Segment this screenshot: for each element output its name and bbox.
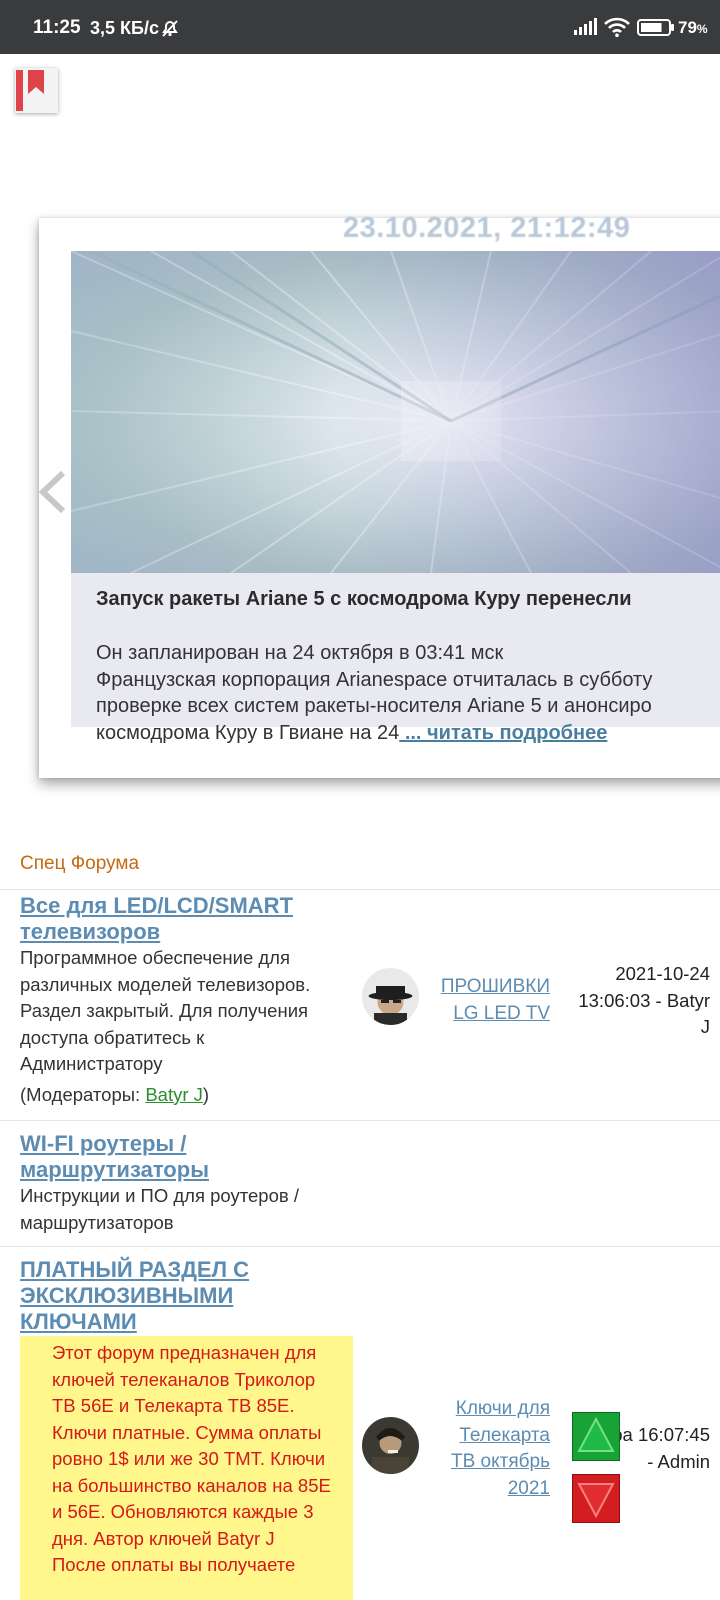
forum-description: Инструкции и ПО для роутеров / маршрутиз… (20, 1185, 299, 1233)
forum-row-led: Все для LED/LCD/SMART телевизоров Програ… (20, 893, 350, 1106)
slide-text-line: Он запланирован на 24 октября в 03:41 мс… (96, 642, 504, 664)
status-time: 11:25 (33, 17, 81, 38)
status-bar: 11:25 3,5 КБ/с 79% (0, 0, 720, 54)
divider (0, 1120, 720, 1121)
wifi-icon (604, 17, 630, 42)
arrow-up-icon (573, 1413, 619, 1465)
last-post-date: 2021-10-24 13:06:03 - Batyr J (578, 963, 710, 1037)
section-title: Спец Форума (20, 853, 140, 874)
last-topic-link[interactable]: ПРОШИВКИ LG LED TV (420, 974, 550, 1027)
avatar[interactable] (362, 968, 419, 1025)
vote-down-button[interactable] (572, 1474, 620, 1523)
divider (0, 889, 720, 890)
forum-description: Программное обеспечение для различных мо… (20, 947, 311, 1074)
slide-title: Запуск ракеты Ariane 5 с космодрома Куру… (96, 588, 632, 610)
slide-text-line: космодрома Куру в Гвиане на 24 (96, 721, 400, 744)
forum-row-paid: ПЛАТНЫЙ РАЗДЕЛ С ЭКСКЛЮЗИВНЫМИ КЛЮЧАМИ (20, 1257, 350, 1335)
read-more-link[interactable]: ... читать подробнее (399, 722, 608, 744)
moderators: (Модераторы: Batyr J) (20, 1083, 210, 1105)
slide-text: Он запланирован на 24 октября в 03:41 мс… (96, 640, 720, 746)
signal-icon (574, 18, 598, 40)
battery-percent: 79% (678, 18, 708, 37)
slide-text-line: проверке всех систем ракеты-носителя Ari… (96, 695, 652, 717)
forum-title-paid[interactable]: ПЛАТНЫЙ РАЗДЕЛ С ЭКСКЛЮЗИВНЫМИ КЛЮЧАМИ (20, 1257, 350, 1335)
silent-bell-icon (160, 18, 180, 43)
slider-prev-button[interactable] (37, 470, 67, 519)
forum-notice: Этот форум предназначен для ключей телек… (20, 1336, 353, 1600)
forum-title-led[interactable]: Все для LED/LCD/SMART телевизоров (20, 893, 350, 945)
forum-row-wifi: WI-FI роутеры / маршрутизаторы Инструкци… (20, 1131, 350, 1236)
vote-up-button[interactable] (572, 1412, 620, 1461)
arrow-down-icon (573, 1475, 619, 1527)
avatar[interactable] (362, 1417, 419, 1474)
bookmark-icon (15, 68, 58, 118)
chevron-left-icon (37, 470, 67, 518)
bookmark-button[interactable] (15, 68, 58, 113)
network-speed: 3,5 КБ/с (90, 18, 159, 38)
battery-icon (637, 19, 675, 41)
tunnel-image (71, 251, 720, 573)
last-topic-link[interactable]: Ключи для Телекарта ТВ октябрь 2021 (420, 1396, 550, 1502)
slide-text-line: Французская корпорация Arianespace отчит… (96, 668, 653, 691)
slider-datetime: 23.10.2021, 21:12:49 (343, 212, 631, 244)
forum-title-wifi[interactable]: WI-FI роутеры / маршрутизаторы (20, 1131, 350, 1183)
divider (0, 1246, 720, 1247)
moderator-link[interactable]: Batyr J (145, 1084, 203, 1105)
slide-image[interactable] (71, 251, 720, 573)
